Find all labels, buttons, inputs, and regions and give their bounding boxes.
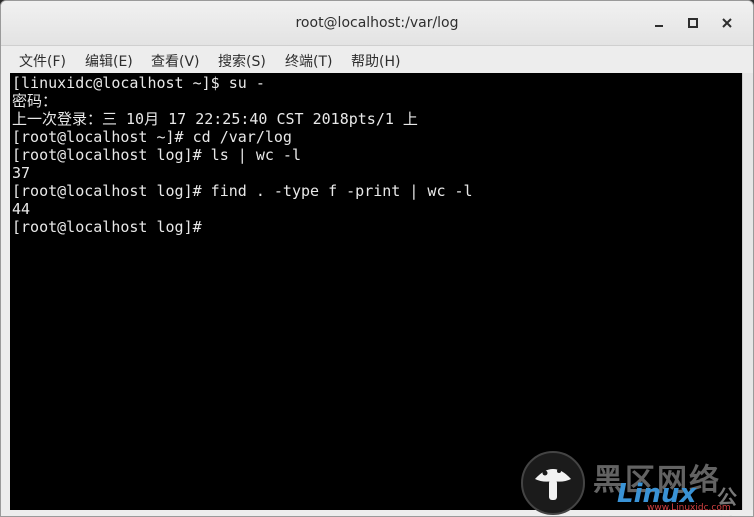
penguin-logo-icon	[521, 451, 585, 515]
terminal-line: [linuxidc@localhost ~]$ su -	[12, 74, 265, 92]
close-button[interactable]	[717, 13, 737, 33]
terminal-line: 上一次登录：三 10月 17 22:25:40 CST 2018pts/1 上	[12, 110, 418, 128]
menu-file[interactable]: 文件(F)	[19, 51, 66, 71]
menu-search[interactable]: 搜索(S)	[218, 51, 266, 71]
terminal-line: 密码：	[12, 92, 58, 110]
terminal-line: 37	[12, 164, 31, 182]
menu-terminal[interactable]: 终端(T)	[285, 51, 332, 71]
minimize-icon	[655, 25, 663, 27]
terminal-cursor	[211, 219, 220, 234]
close-icon	[722, 18, 732, 28]
terminal-scrollbar[interactable]	[742, 73, 753, 510]
terminal-line: [root@localhost ~]# cd /var/log	[12, 128, 292, 146]
terminal-line: 44	[12, 200, 31, 218]
terminal-window: root@localhost:/var/log 文件(F) 编辑(E) 查看(V…	[0, 0, 754, 517]
mushroom-logo-icon	[535, 469, 571, 500]
menu-help[interactable]: 帮助(H)	[351, 51, 400, 71]
window-title: root@localhost:/var/log	[295, 15, 459, 31]
terminal-prompt-line: [root@localhost log]#	[12, 218, 220, 236]
terminal-output[interactable]: [linuxidc@localhost ~]$ su - 密码： 上一次登录：三…	[10, 73, 742, 510]
menu-view[interactable]: 查看(V)	[151, 51, 200, 71]
minimize-button[interactable]	[649, 13, 669, 33]
terminal-line: [root@localhost log]# find . -type f -pr…	[12, 182, 473, 200]
terminal-prompt: [root@localhost log]#	[12, 218, 211, 236]
menu-bar: 文件(F) 编辑(E) 查看(V) 搜索(S) 终端(T) 帮助(H)	[1, 46, 753, 73]
terminal-line: [root@localhost log]# ls | wc -l	[12, 146, 301, 164]
watermark: 黑区网络 Linux 公社 www.Linuxidc.com	[521, 449, 753, 516]
menu-edit[interactable]: 编辑(E)	[85, 51, 133, 71]
watermark-url: www.Linuxidc.com	[647, 503, 731, 513]
maximize-button[interactable]	[683, 13, 703, 33]
title-bar[interactable]: root@localhost:/var/log	[1, 1, 753, 46]
maximize-icon	[688, 18, 698, 28]
